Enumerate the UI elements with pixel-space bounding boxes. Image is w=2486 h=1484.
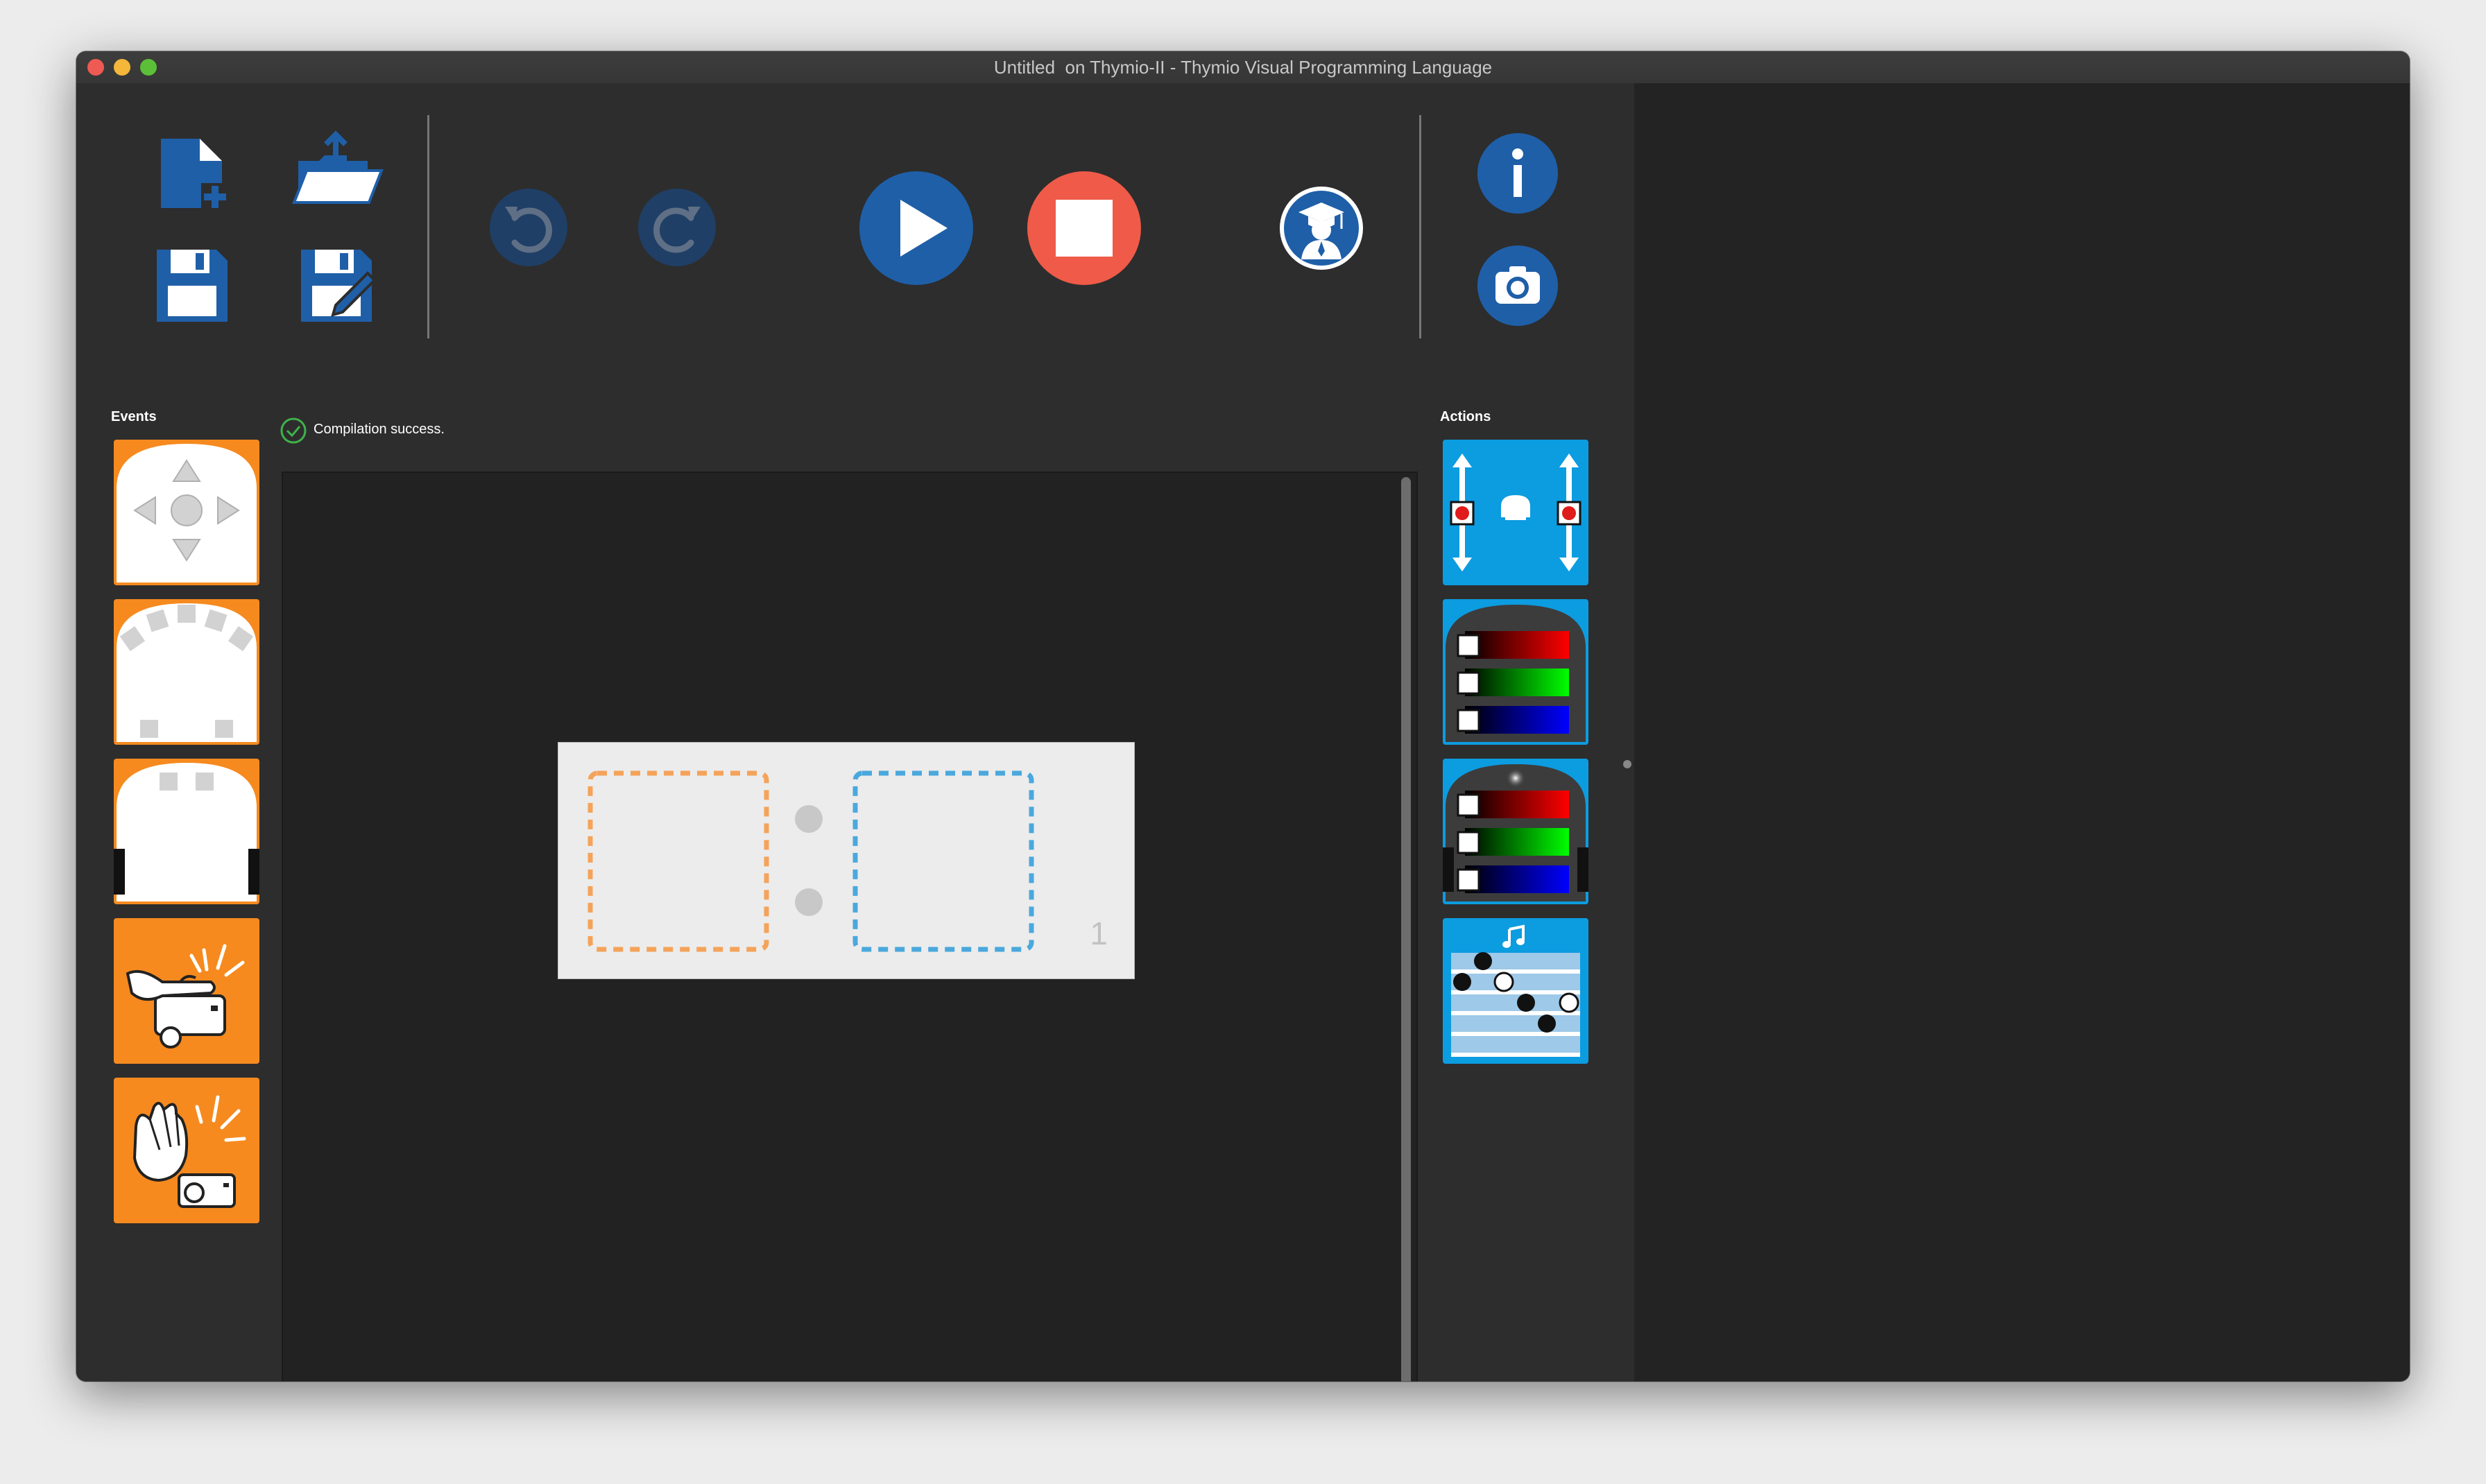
row-number: 1 [1090, 915, 1108, 951]
screenshot-button[interactable] [1476, 244, 1559, 327]
check-circle-icon [280, 417, 307, 444]
advanced-mode-button[interactable] [1278, 184, 1365, 272]
scene-scrollbar[interactable] [1401, 477, 1411, 1381]
window-title: Untitled on Thymio-II - Thymio Visual Pr… [993, 57, 1493, 78]
new-file-icon [161, 139, 229, 211]
clap-icon [132, 1095, 246, 1208]
panel-splitter-handle[interactable] [1623, 760, 1631, 768]
event-tap[interactable] [114, 918, 259, 1064]
undo-button[interactable] [487, 186, 570, 269]
undo-icon [490, 189, 567, 266]
action-motors[interactable] [1443, 440, 1588, 585]
front-proximity-icon [117, 603, 257, 742]
action-music[interactable] [1443, 918, 1588, 1064]
stop-icon [1027, 171, 1141, 285]
row-slots-graphic [588, 770, 1034, 952]
floppy-disk-edit-icon [301, 250, 377, 322]
compilation-status: Compilation success. [279, 416, 445, 444]
status-message: Compilation success. [314, 422, 445, 437]
action-bottom-color[interactable] [1443, 759, 1588, 904]
top-color-icon [1446, 605, 1586, 742]
toolbar-separator-right [1419, 115, 1421, 338]
redo-icon [638, 189, 716, 266]
open-folder-icon [292, 130, 384, 204]
open-button[interactable] [291, 129, 388, 218]
motors-icon [1450, 454, 1581, 571]
graduate-icon [1280, 187, 1363, 270]
save-as-button[interactable] [291, 241, 380, 330]
arrow-buttons-icon [117, 444, 257, 583]
save-button[interactable] [147, 241, 236, 330]
bottom-color-icon [1443, 764, 1588, 901]
camera-icon [1477, 245, 1558, 326]
event-action-row[interactable]: 1 [558, 742, 1135, 979]
ground-sensors-icon [114, 763, 259, 901]
event-buttons[interactable] [114, 440, 259, 585]
music-icon [1451, 924, 1580, 1057]
run-button[interactable] [857, 169, 975, 287]
action-top-color[interactable] [1443, 599, 1588, 745]
app-window: Untitled on Thymio-II - Thymio Visual Pr… [76, 51, 2410, 1381]
info-icon [1477, 133, 1558, 214]
title-bar[interactable]: Untitled on Thymio-II - Thymio Visual Pr… [76, 51, 2410, 84]
event-clap[interactable] [114, 1078, 259, 1223]
side-panel [1634, 83, 2410, 1381]
vpl-editor-panel: Events Compilation success. 1 Actions [76, 83, 1634, 1381]
event-ground-sensors[interactable] [114, 759, 259, 904]
floppy-disk-icon [157, 250, 228, 322]
redo-button[interactable] [635, 186, 719, 269]
actions-label: Actions [1440, 409, 1491, 424]
stop-button[interactable] [1025, 169, 1143, 287]
events-label: Events [111, 409, 157, 424]
toolbar-separator [427, 115, 429, 338]
play-icon [859, 171, 973, 285]
new-button[interactable] [147, 129, 236, 218]
help-button[interactable] [1476, 132, 1559, 215]
tap-robot-icon [126, 944, 245, 1049]
event-front-proximity[interactable] [114, 599, 259, 745]
